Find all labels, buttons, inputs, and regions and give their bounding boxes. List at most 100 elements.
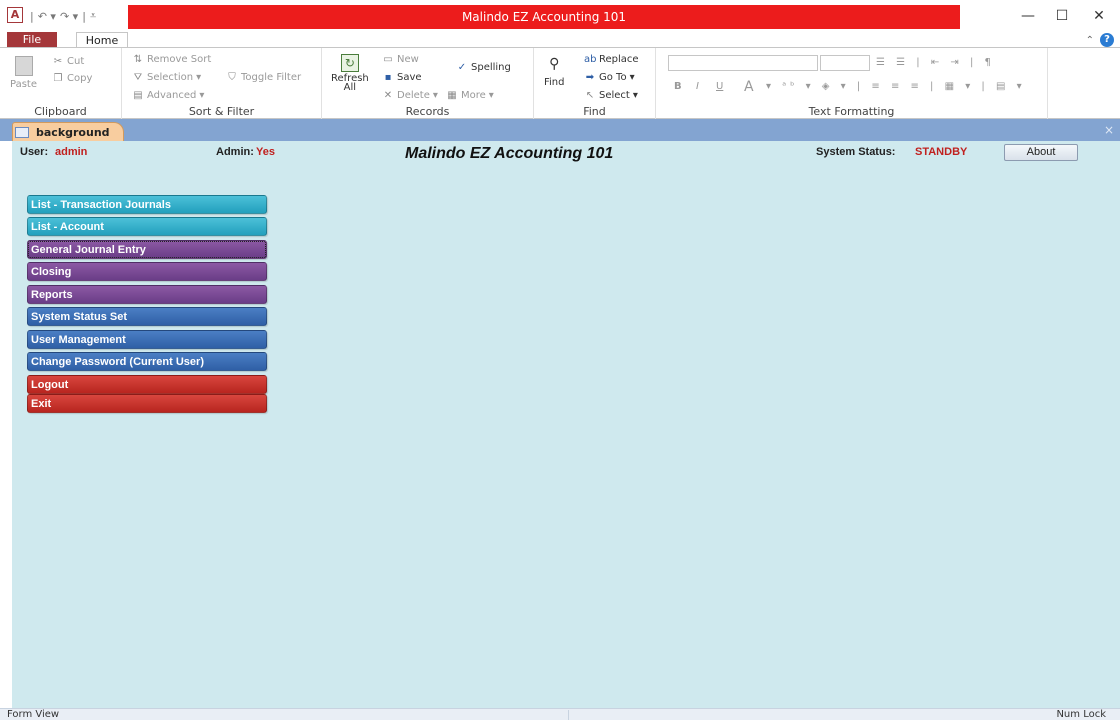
more-label: More <box>461 90 486 101</box>
menu-logout[interactable]: Logout <box>27 375 267 394</box>
close-button[interactable]: ✕ <box>1084 6 1114 26</box>
about-button[interactable]: About <box>1004 144 1078 161</box>
tab-file[interactable]: File <box>7 32 57 48</box>
maximize-button[interactable]: ☐ <box>1047 6 1077 26</box>
spelling-icon: ✓ <box>457 61 467 73</box>
menu-list-transaction-journals[interactable]: List - Transaction Journals <box>27 195 267 214</box>
minimize-button[interactable]: — <box>1013 6 1043 26</box>
copy-button[interactable]: ❐ Copy <box>52 72 93 84</box>
replace-button[interactable]: ab Replace <box>584 54 639 65</box>
toggle-filter-button[interactable]: ⛉ Toggle Filter <box>226 72 301 83</box>
document-tab-label: background <box>36 125 110 139</box>
cut-button[interactable]: ✂ Cut <box>52 56 84 67</box>
new-icon: ▭ <box>383 53 393 65</box>
select-icon: ↖ <box>585 89 595 101</box>
customize-qat-icon[interactable]: ⩡ <box>90 9 96 23</box>
delete-record-button[interactable]: ✕ Delete ▾ <box>382 90 438 101</box>
menu-user-management[interactable]: User Management <box>27 330 267 349</box>
find-button[interactable]: ⚲ Find <box>544 56 565 88</box>
menu-change-password[interactable]: Change Password (Current User) <box>27 352 267 371</box>
italic-label: I <box>696 81 699 92</box>
font-color-button[interactable]: A <box>744 79 754 95</box>
close-document-icon[interactable]: × <box>1104 123 1114 137</box>
refresh-all-button[interactable]: ↻ Refresh All <box>331 54 369 93</box>
underline-button[interactable]: U <box>716 81 723 92</box>
spelling-button[interactable]: ✓ Spelling <box>456 62 511 73</box>
app-access-icon[interactable]: A <box>7 7 23 23</box>
advanced-button[interactable]: ▤ Advanced ▾ <box>132 90 204 101</box>
ribbon-tabs: File Home ⌃ ? <box>0 32 1120 48</box>
replace-icon: ab <box>584 53 597 65</box>
clipboard-group-label: Clipboard <box>34 105 87 118</box>
remove-sort-icon: ⇅ <box>133 53 143 65</box>
delete-icon: ✕ <box>383 89 393 101</box>
new-record-button[interactable]: ▭ New <box>382 54 419 65</box>
goto-label: Go To <box>599 72 627 83</box>
system-status-label: System Status: <box>816 146 896 158</box>
toggle-filter-icon: ⛉ <box>228 71 236 83</box>
goto-button[interactable]: ➡ Go To ▾ <box>584 72 635 83</box>
sort-filter-group-label: Sort & Filter <box>188 105 255 118</box>
menu-general-journal-entry[interactable]: General Journal Entry <box>27 240 267 259</box>
find-group: ⚲ Find ab Replace ➡ Go To ▾ ↖ Select ▾ F… <box>534 48 656 119</box>
goto-icon: ➡ <box>585 71 595 83</box>
collapse-ribbon-icon[interactable]: ⌃ <box>1086 35 1094 46</box>
admin-label: Admin: <box>216 146 254 158</box>
select-label: Select <box>599 90 630 101</box>
system-status-value: STANDBY <box>915 146 968 158</box>
refresh-all-label: All <box>343 82 357 93</box>
more-button[interactable]: ▦ More ▾ <box>446 90 494 101</box>
more-icon: ▦ <box>447 89 457 101</box>
menu-closing[interactable]: Closing <box>27 262 267 281</box>
save-icon: ▪ <box>384 71 392 83</box>
find-icon: ⚲ <box>549 56 560 72</box>
menu-list-account[interactable]: List - Account <box>27 217 267 236</box>
format-buttons[interactable]: ▾ ᵃᵇ ▾ ◈ ▾ | ≡ ≡ ≡ | ▦ ▾ | ▤ ▾ <box>766 81 1026 92</box>
help-area: ⌃ ? <box>1086 32 1114 48</box>
font-name-combo[interactable] <box>668 55 818 71</box>
list-buttons[interactable]: ☰ ☰ | ⇤ ⇥ | ¶ <box>876 57 995 68</box>
replace-label: Replace <box>599 54 639 65</box>
menu-exit[interactable]: Exit <box>27 394 267 413</box>
main-form: User: admin Admin: Yes Malindo EZ Accoun… <box>12 141 1120 708</box>
ribbon: Paste ✂ Cut ❐ Copy Clipboard ⇅ Remove So… <box>0 47 1120 119</box>
remove-sort-label: Remove Sort <box>147 54 212 65</box>
separator: | <box>30 9 34 23</box>
undo-icon[interactable]: ↶ ▾ <box>38 10 56 23</box>
menu-reports[interactable]: Reports <box>27 285 267 304</box>
advanced-icon: ▤ <box>133 89 143 101</box>
font-size-combo[interactable] <box>820 55 870 71</box>
bold-button[interactable]: B <box>674 81 682 92</box>
document-tab-bar: background × <box>0 119 1120 141</box>
help-icon[interactable]: ? <box>1100 33 1114 47</box>
records-group: ↻ Refresh All ▭ New ▪ Save ✕ Delete ▾ ✓ … <box>322 48 534 119</box>
cut-icon: ✂ <box>53 55 63 67</box>
select-button[interactable]: ↖ Select ▾ <box>584 90 638 101</box>
admin-value: Yes <box>256 146 275 158</box>
italic-button[interactable]: I <box>696 81 699 92</box>
underline-label: U <box>716 81 724 92</box>
num-lock-indicator: Num Lock <box>1056 709 1106 720</box>
view-status: Form View <box>7 709 60 720</box>
tab-home[interactable]: Home <box>76 32 128 48</box>
find-group-label: Find <box>583 105 606 118</box>
copy-icon: ❐ <box>53 72 63 84</box>
user-value: admin <box>55 146 88 158</box>
selection-label: Selection <box>147 72 194 83</box>
text-formatting-group-label: Text Formatting <box>808 105 895 118</box>
cut-label: Cut <box>67 56 85 67</box>
sort-filter-group: ⇅ Remove Sort ⛛ Selection ▾ ⛉ Toggle Fil… <box>122 48 322 119</box>
paste-button[interactable]: Paste <box>10 56 37 90</box>
selection-button[interactable]: ⛛ Selection ▾ <box>132 72 201 83</box>
document-tab-background[interactable]: background <box>12 122 124 141</box>
remove-sort-button[interactable]: ⇅ Remove Sort <box>132 54 211 65</box>
quick-access-toolbar: | ↶ ▾ ↷ ▾ | ⩡ <box>30 7 96 25</box>
spelling-label: Spelling <box>471 62 511 73</box>
save-label: Save <box>397 72 422 83</box>
clipboard-group: Paste ✂ Cut ❐ Copy Clipboard <box>0 48 122 119</box>
title-bar: A | ↶ ▾ ↷ ▾ | ⩡ Malindo EZ Accounting 10… <box>0 0 1120 32</box>
font-color-label: A <box>744 79 754 95</box>
redo-icon[interactable]: ↷ ▾ <box>60 10 78 23</box>
save-record-button[interactable]: ▪ Save <box>382 72 422 83</box>
menu-system-status-set[interactable]: System Status Set <box>27 307 267 326</box>
